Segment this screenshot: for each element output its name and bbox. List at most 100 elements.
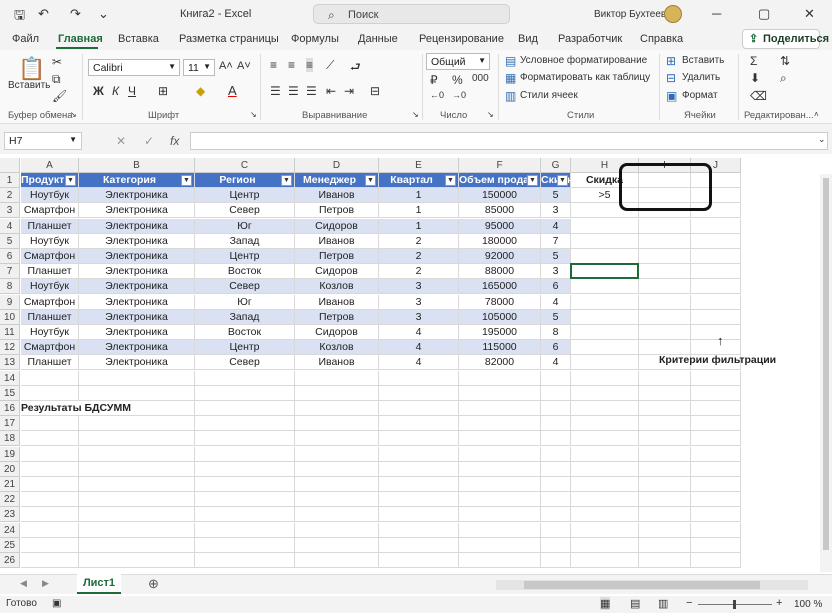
cell[interactable] — [195, 522, 295, 538]
zoom-in-icon[interactable]: + — [776, 597, 782, 609]
alignment-launcher-icon[interactable]: ↘ — [412, 110, 419, 119]
column-header-b[interactable]: B — [79, 158, 195, 173]
clipboard-launcher-icon[interactable]: ↘ — [70, 110, 77, 119]
column-header-g[interactable]: G — [541, 158, 571, 173]
italic-button[interactable]: К — [112, 84, 119, 98]
cell[interactable] — [459, 385, 541, 401]
cell[interactable] — [691, 537, 741, 553]
cell[interactable] — [639, 553, 691, 568]
cell[interactable] — [541, 385, 571, 401]
cell[interactable] — [571, 233, 639, 249]
cell[interactable] — [21, 446, 79, 462]
format-cells-button[interactable]: Формат — [682, 90, 718, 101]
share-button[interactable]: ⇪ Поделиться — [742, 29, 829, 49]
cell-styles-button[interactable]: Стили ячеек — [520, 90, 578, 101]
cell[interactable] — [541, 522, 571, 538]
clipboard-icon[interactable]: 📋 — [18, 56, 45, 82]
row-header[interactable]: 1 — [0, 173, 20, 188]
cell[interactable] — [691, 416, 741, 432]
customize-qa-icon[interactable]: ⌄ — [98, 6, 109, 22]
cell[interactable] — [691, 370, 741, 386]
table-cell[interactable]: 4 — [379, 355, 459, 371]
table-cell[interactable]: Иванов — [295, 294, 379, 310]
cut-icon[interactable]: ✂ — [52, 55, 62, 69]
table-cell[interactable]: 5 — [541, 309, 571, 325]
cell[interactable] — [379, 492, 459, 508]
table-cell[interactable]: 3 — [541, 264, 571, 280]
align-center-icon[interactable]: ☰ — [288, 84, 299, 98]
cell[interactable] — [379, 507, 459, 523]
cell[interactable] — [639, 401, 691, 416]
table-cell[interactable]: 165000 — [459, 279, 541, 295]
table-cell[interactable]: 2 — [379, 249, 459, 264]
cell[interactable] — [639, 294, 691, 310]
table-cell[interactable]: Петров — [295, 203, 379, 219]
increase-font-icon[interactable]: A˄ — [219, 60, 233, 72]
cell[interactable] — [79, 553, 195, 568]
normal-view-icon[interactable]: ▦ — [600, 597, 611, 610]
cell[interactable] — [639, 416, 691, 432]
table-cell[interactable]: Запад — [195, 233, 295, 249]
cell[interactable] — [691, 492, 741, 508]
table-cell[interactable]: 82000 — [459, 355, 541, 371]
row-header[interactable]: 15 — [0, 385, 20, 401]
row-header[interactable]: 25 — [0, 537, 20, 553]
cell[interactable] — [639, 385, 691, 401]
table-cell[interactable]: Иванов — [295, 188, 379, 204]
table-cell[interactable]: 4 — [541, 355, 571, 371]
table-cell[interactable]: 5 — [541, 249, 571, 264]
cell[interactable] — [639, 492, 691, 508]
cell[interactable] — [79, 446, 195, 462]
table-header-cell[interactable]: Скидка▼ — [541, 173, 571, 188]
cell[interactable] — [639, 264, 691, 280]
table-cell[interactable]: 3 — [541, 203, 571, 219]
cell[interactable] — [459, 370, 541, 386]
undo-icon[interactable]: ↶ — [38, 6, 49, 22]
cell[interactable] — [571, 355, 639, 371]
table-cell[interactable]: Центр — [195, 340, 295, 356]
cell[interactable] — [541, 507, 571, 523]
cell[interactable] — [571, 294, 639, 310]
add-sheet-icon[interactable]: ⊕ — [148, 576, 159, 592]
insert-cells-icon[interactable]: ⊞ — [666, 54, 676, 68]
cell[interactable] — [459, 537, 541, 553]
font-name-select[interactable]: Calibri ▼ — [88, 59, 180, 76]
table-cell[interactable]: 92000 — [459, 249, 541, 264]
table-cell[interactable]: Планшет — [21, 218, 79, 234]
cell[interactable] — [639, 233, 691, 249]
cell[interactable] — [571, 477, 639, 492]
table-cell[interactable]: 1 — [379, 188, 459, 204]
cell[interactable] — [79, 385, 195, 401]
filter-dropdown-icon[interactable]: ▼ — [281, 175, 292, 186]
page-layout-view-icon[interactable]: ▤ — [630, 597, 640, 610]
table-cell[interactable]: Сидоров — [295, 325, 379, 340]
table-cell[interactable]: 88000 — [459, 264, 541, 280]
sort-filter-icon[interactable]: ⇅ — [780, 54, 790, 68]
zoom-slider-thumb[interactable] — [733, 600, 736, 609]
row-header[interactable]: 21 — [0, 477, 20, 492]
cell[interactable] — [79, 431, 195, 447]
cell[interactable] — [295, 507, 379, 523]
tab-help[interactable]: Справка — [640, 33, 683, 45]
cell[interactable] — [691, 279, 741, 295]
align-right-icon[interactable]: ☰ — [306, 84, 317, 98]
format-as-table-button[interactable]: Форматировать как таблицу — [520, 72, 650, 83]
cell[interactable] — [295, 492, 379, 508]
tab-file[interactable]: Файл — [12, 33, 39, 45]
align-left-icon[interactable]: ☰ — [270, 84, 281, 98]
cell[interactable] — [379, 385, 459, 401]
cell[interactable] — [21, 385, 79, 401]
table-cell[interactable]: 95000 — [459, 218, 541, 234]
cell[interactable] — [691, 431, 741, 447]
table-cell[interactable]: Смартфон — [21, 203, 79, 219]
underline-button[interactable]: Ч — [128, 84, 136, 98]
cell[interactable] — [195, 492, 295, 508]
expand-formula-icon[interactable]: ⌄ — [818, 134, 826, 145]
cell[interactable] — [639, 309, 691, 325]
cell[interactable] — [379, 401, 459, 416]
cell[interactable] — [691, 233, 741, 249]
table-cell[interactable]: Ноутбук — [21, 188, 79, 204]
cell[interactable] — [459, 446, 541, 462]
conditional-format-icon[interactable]: ▤ — [505, 54, 516, 68]
table-cell[interactable]: Козлов — [295, 279, 379, 295]
